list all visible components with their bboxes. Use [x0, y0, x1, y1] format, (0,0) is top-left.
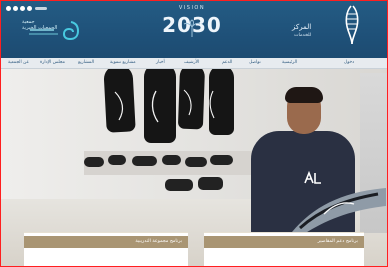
nav-item-archive[interactable]: الأرشيف: [184, 58, 199, 68]
binding-1: [84, 157, 104, 167]
binding-2: [108, 155, 126, 165]
program-card-1[interactable]: برنامج مجموعة التدريبية: [24, 232, 188, 267]
foreground-board: [292, 188, 386, 234]
program-card-2[interactable]: برنامج دعم المقاصير: [204, 232, 364, 267]
right-organization-logo[interactable]: المركز للخدمات: [292, 4, 370, 52]
nav-item-about[interactable]: عن الجمعية: [8, 58, 29, 68]
binding-8: [198, 177, 223, 190]
binding-4: [162, 155, 181, 165]
left-logo-tagline: الجمعيات الخيرية: [22, 25, 58, 31]
nav-item-projects[interactable]: المشاريع: [78, 58, 94, 68]
left-organization-logo[interactable]: جمعية الجمعيات الخيرية: [22, 19, 92, 41]
right-logo-name: المركز: [292, 23, 312, 31]
instagram-icon[interactable]: [20, 6, 25, 11]
binding-7: [165, 179, 193, 191]
palm-emblem-icon: [183, 19, 201, 37]
page-frame: جمعية الجمعيات الخيرية VISION 2030 المرك…: [0, 0, 388, 267]
nav-item-news[interactable]: أخبار: [156, 58, 165, 68]
main-navigation: عن الجمعية مجلس الإدارة المشاريع مشاريع …: [0, 58, 388, 69]
nav-item-development[interactable]: مشاريع تنموية: [110, 58, 136, 68]
site-header: جمعية الجمعيات الخيرية VISION 2030 المرك…: [0, 0, 388, 58]
board-artwork: [114, 89, 215, 123]
nav-item-board[interactable]: مجلس الإدارة: [40, 58, 65, 68]
nav-item-home[interactable]: الرئيسية: [282, 58, 297, 68]
program-card-2-label: برنامج دعم المقاصير: [317, 239, 358, 244]
small-header-link[interactable]: [35, 7, 47, 10]
program-card-1-label: برنامج مجموعة التدريبية: [135, 239, 182, 244]
vision-label: VISION: [178, 5, 206, 11]
program-card-2-strip: برنامج دعم المقاصير: [204, 236, 364, 248]
sail-logo-icon: [345, 5, 359, 45]
binding-6: [210, 155, 233, 165]
facebook-icon[interactable]: [6, 6, 11, 11]
nav-item-support[interactable]: الدعم: [222, 58, 232, 68]
binding-5: [185, 157, 207, 167]
hero-banner: برنامج مجموعة التدريبية برنامج دعم المقا…: [0, 69, 388, 267]
youtube-icon[interactable]: [27, 6, 32, 11]
twitter-icon[interactable]: [13, 6, 18, 11]
nav-item-login[interactable]: دخول: [344, 58, 354, 68]
person-hair: [285, 87, 323, 103]
right-logo-tagline: للخدمات: [294, 33, 312, 38]
vision-2030-logo: VISION 2030: [156, 5, 228, 49]
program-card-1-strip: برنامج مجموعة التدريبية: [24, 236, 188, 248]
nav-item-contact[interactable]: تواصل: [249, 58, 261, 68]
binding-3: [132, 156, 157, 166]
